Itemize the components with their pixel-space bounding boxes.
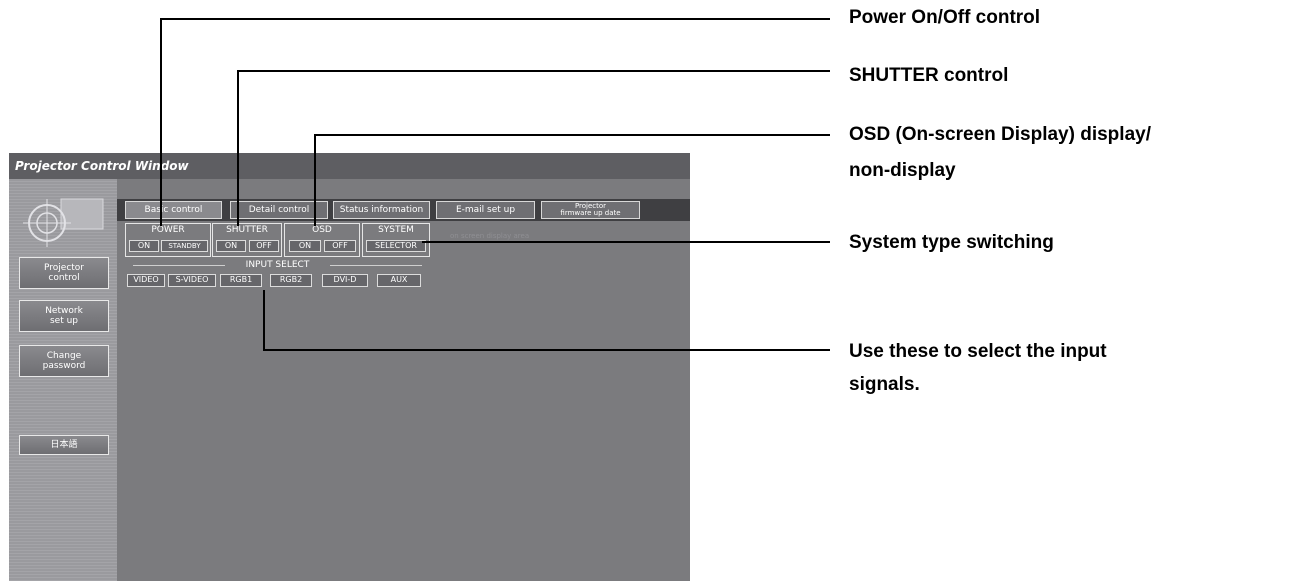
input-rgb1-button[interactable]: RGB1 <box>220 274 262 287</box>
osd-on-button[interactable]: ON <box>289 240 321 252</box>
power-standby-button[interactable]: STANDBY <box>161 240 208 252</box>
input-select-label: INPUT SELECT <box>245 260 310 270</box>
input-select-group: INPUT SELECT VIDEO S-VIDEO RGB1 RGB2 DVI… <box>125 259 430 293</box>
change-password-button[interactable]: Change password <box>19 345 109 377</box>
system-selector-button[interactable]: SELECTOR <box>366 240 426 252</box>
system-group: SYSTEM SELECTOR <box>362 223 430 257</box>
shutter-leader-horizontal <box>237 70 830 72</box>
input-rgb2-button[interactable]: RGB2 <box>270 274 312 287</box>
tab-email-setup[interactable]: E-mail set up <box>436 201 535 219</box>
shutter-label: SHUTTER <box>226 225 268 235</box>
callout-input-line1: Use these to select the input <box>849 341 1107 362</box>
osd-leader-horizontal <box>314 134 830 136</box>
main-panel: Basic control Detail control Status info… <box>117 179 690 581</box>
japanese-language-button[interactable]: 日本語 <box>19 435 109 455</box>
tab-status-information[interactable]: Status information <box>333 201 430 219</box>
input-dvi-d-button[interactable]: DVI-D <box>322 274 368 287</box>
network-setup-button[interactable]: Network set up <box>19 300 109 332</box>
osd-leader-vertical <box>314 134 316 226</box>
window-title: Projector Control Window <box>9 153 690 179</box>
tab-firmware-update[interactable]: Projector firmware up date <box>541 201 640 219</box>
shutter-on-button[interactable]: ON <box>216 240 246 252</box>
input-s-video-button[interactable]: S-VIDEO <box>168 274 216 287</box>
input-leader-horizontal <box>263 349 830 351</box>
power-leader-vertical <box>160 18 162 226</box>
input-video-button[interactable]: VIDEO <box>127 274 165 287</box>
shutter-leader-vertical <box>237 70 239 226</box>
system-leader-horizontal <box>422 241 830 243</box>
power-group: POWER ON STANDBY <box>125 223 211 257</box>
projector-control-button[interactable]: Projector control <box>19 257 109 289</box>
power-label: POWER <box>151 225 185 235</box>
callout-shutter: SHUTTER control <box>849 65 1009 86</box>
input-aux-button[interactable]: AUX <box>377 274 421 287</box>
osd-group: OSD ON OFF <box>284 223 360 257</box>
callout-osd-line2: non-display <box>849 160 956 181</box>
input-leader-vertical <box>263 290 265 351</box>
projector-control-window: Projector Control Window Projector contr… <box>9 153 690 581</box>
shutter-group: SHUTTER ON OFF <box>212 223 282 257</box>
tab-firmware-line2: firmware up date <box>560 209 621 217</box>
callout-power: Power On/Off control <box>849 7 1041 28</box>
power-leader-horizontal <box>160 18 830 20</box>
sidebar: Projector control Network set up Change … <box>9 179 117 581</box>
callout-input-line2: signals. <box>849 374 920 395</box>
power-on-button[interactable]: ON <box>129 240 159 252</box>
callout-system: System type switching <box>849 232 1054 253</box>
callout-osd-line1: OSD (On-screen Display) display/ <box>849 124 1151 145</box>
system-label: SYSTEM <box>378 225 414 235</box>
shutter-off-button[interactable]: OFF <box>249 240 279 252</box>
projector-logo-icon <box>23 198 104 247</box>
tab-basic-control[interactable]: Basic control <box>125 201 222 219</box>
osd-area-faint-text: on screen display area <box>450 232 530 240</box>
osd-off-button[interactable]: OFF <box>324 240 356 252</box>
osd-label: OSD <box>312 225 332 235</box>
